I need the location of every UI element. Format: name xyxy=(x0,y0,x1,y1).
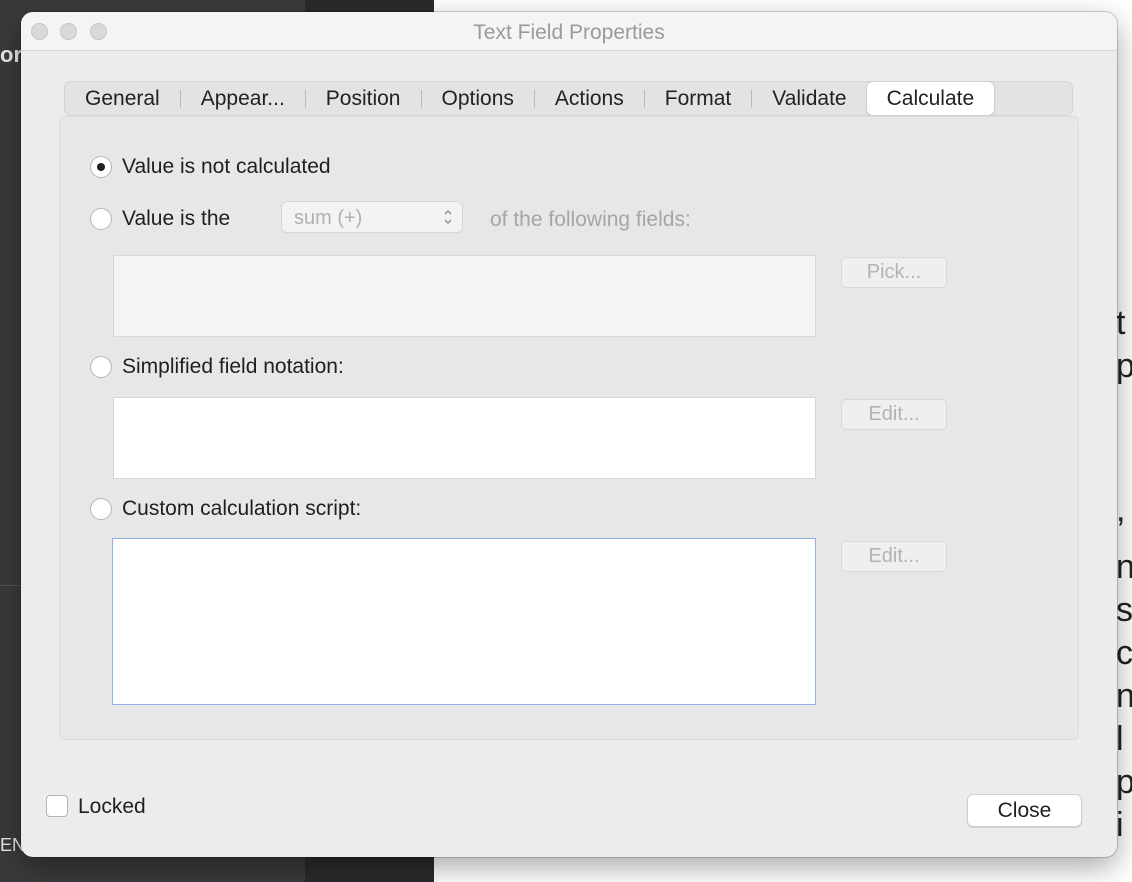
simplified-notation-field[interactable] xyxy=(113,397,816,479)
background-text-fragment: n xyxy=(1116,548,1132,586)
tab-actions[interactable]: Actions xyxy=(535,82,644,115)
background-text-fragment: i xyxy=(1116,806,1124,844)
background-text-fragment: n xyxy=(1116,677,1132,715)
background-text-fragment: p xyxy=(1116,763,1132,801)
background-text-fragment: p xyxy=(1116,347,1132,385)
background-text-fragment: t xyxy=(1116,304,1126,342)
window-title: Text Field Properties xyxy=(473,21,665,44)
tab-validate[interactable]: Validate xyxy=(752,82,866,115)
operation-select-value: sum (+) xyxy=(294,207,363,229)
background-text-fragment: c xyxy=(1116,634,1132,672)
operation-select[interactable]: sum (+) xyxy=(281,201,463,233)
not-calculated-label[interactable]: Value is not calculated xyxy=(122,155,331,179)
title-bar[interactable]: Text Field Properties xyxy=(21,12,1117,51)
locked-checkbox[interactable] xyxy=(46,795,68,817)
not-calculated-radio[interactable] xyxy=(90,156,112,178)
locked-label[interactable]: Locked xyxy=(78,795,146,819)
value-is-radio[interactable] xyxy=(90,208,112,230)
tab-format[interactable]: Format xyxy=(645,82,752,115)
value-is-label[interactable]: Value is the xyxy=(122,207,230,231)
custom-script-label[interactable]: Custom calculation script: xyxy=(122,497,361,521)
background-text-fragment: or xyxy=(0,42,22,67)
simplified-notation-label[interactable]: Simplified field notation: xyxy=(122,355,344,379)
chevron-up-down-icon xyxy=(444,209,452,225)
custom-script-radio[interactable] xyxy=(90,498,112,520)
tab-position[interactable]: Position xyxy=(306,82,421,115)
simplified-edit-button[interactable]: Edit... xyxy=(841,399,947,430)
tab-options[interactable]: Options xyxy=(422,82,534,115)
custom-edit-button[interactable]: Edit... xyxy=(841,541,947,572)
custom-script-field[interactable] xyxy=(112,538,816,705)
tab-general[interactable]: General xyxy=(65,82,180,115)
following-fields-label: of the following fields: xyxy=(490,208,691,231)
background-text-fragment: s xyxy=(1116,591,1132,629)
pick-button[interactable]: Pick... xyxy=(841,257,947,288)
tab-bar: General Appear... Position Options Actio… xyxy=(64,81,1073,116)
background-text-fragment: , xyxy=(1116,491,1126,529)
tab-appearance[interactable]: Appear... xyxy=(181,82,305,115)
text-field-properties-dialog: Text Field Properties General Appear... … xyxy=(21,12,1117,857)
fields-list-box xyxy=(113,255,816,337)
close-button[interactable]: Close xyxy=(967,794,1082,827)
background-text-fragment: l xyxy=(1116,720,1124,758)
tab-calculate[interactable]: Calculate xyxy=(866,82,995,115)
simplified-notation-radio[interactable] xyxy=(90,356,112,378)
